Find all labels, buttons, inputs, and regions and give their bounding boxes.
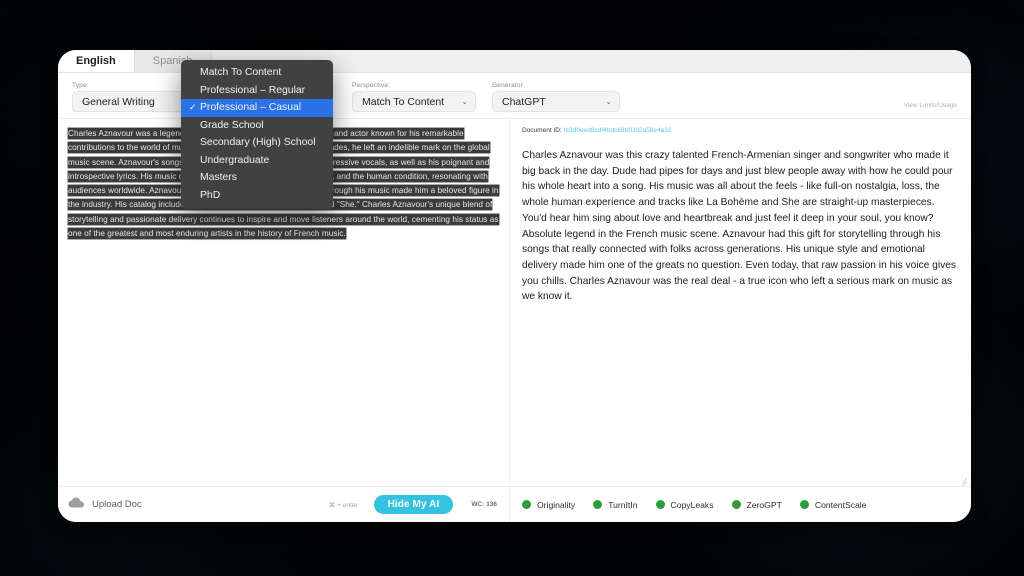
dropdown-item-secondary-high-school[interactable]: ✓ Secondary (High) School (181, 134, 333, 152)
dropdown-item-professional-casual[interactable]: ✓ Professional – Casual (181, 99, 333, 117)
status-dot-icon (731, 500, 741, 509)
desktop-background: English Spanish Type: General Writing ⌄ … (0, 0, 1024, 576)
generator-select[interactable]: ChatGPT ⌄ (492, 91, 620, 112)
bottom-bar-left: Upload Doc ⌘ + enter Hide My AI WC: 136 (58, 487, 510, 522)
perspective-select-value: Match To Content (362, 95, 445, 108)
status-dot-icon (655, 500, 665, 509)
detector-contentscale[interactable]: ContentScale (799, 499, 867, 510)
detector-label: TurnItIn (608, 499, 638, 510)
dropdown-item-label: Secondary (High) School (200, 137, 316, 149)
dropdown-item-label: Undergraduate (200, 154, 270, 166)
detector-label: CopyLeaks (670, 499, 714, 510)
hide-my-ai-button[interactable]: Hide My AI (373, 495, 454, 514)
dropdown-item-label: Professional – Regular (200, 84, 306, 96)
view-limits-usage-link[interactable]: View Limits/Usage (904, 102, 957, 109)
keyboard-shortcut-hint: ⌘ + enter (328, 501, 358, 509)
bottom-bar: Upload Doc ⌘ + enter Hide My AI WC: 136 … (58, 486, 971, 522)
upload-doc-label: Upload Doc (92, 499, 142, 510)
resize-handle[interactable] (958, 473, 967, 486)
detector-label: ZeroGPT (746, 499, 782, 510)
dropdown-item-match-to-content[interactable]: ✓ Match To Content (181, 64, 333, 82)
check-icon: ✓ (189, 102, 197, 113)
dropdown-item-masters[interactable]: ✓ Masters (181, 169, 333, 187)
dropdown-item-professional-regular[interactable]: ✓ Professional – Regular (181, 82, 333, 100)
type-select-value: General Writing (82, 95, 155, 108)
generator-field: Generator: ChatGPT ⌄ (492, 82, 620, 112)
detector-copyleaks[interactable]: CopyLeaks (655, 499, 714, 510)
dropdown-item-phd[interactable]: ✓ PhD (181, 187, 333, 205)
document-id-value[interactable]: fe3d0eed8cdf4bdc69bf1fd2a56e4a32 (564, 127, 672, 134)
dropdown-item-label: Match To Content (200, 67, 282, 79)
status-dot-icon (593, 500, 603, 509)
detector-originality[interactable]: Originality (522, 500, 575, 510)
document-id-label: Document ID: (522, 127, 562, 134)
dropdown-item-label: Professional – Casual (200, 102, 302, 114)
tab-english-label: English (76, 55, 116, 67)
output-pane: Document ID: fe3d0eed8cdf4bdc69bf1fd2a56e… (510, 119, 971, 486)
dropdown-item-grade-school[interactable]: ✓ Grade School (181, 117, 333, 135)
chevron-down-icon: ⌄ (461, 96, 468, 106)
cloud-upload-icon (68, 496, 85, 514)
dropdown-item-label: Masters (200, 172, 237, 184)
generator-select-value: ChatGPT (502, 95, 546, 108)
dropdown-item-label: Grade School (200, 119, 264, 131)
detector-turnitin[interactable]: TurnItIn (593, 499, 638, 510)
document-id-row: Document ID: fe3d0eed8cdf4bdc69bf1fd2a56e… (522, 127, 957, 134)
tab-english[interactable]: English (58, 50, 135, 72)
status-dot-icon (522, 500, 531, 509)
detector-label: ContentScale (814, 499, 867, 510)
dropdown-item-label: PhD (200, 189, 221, 201)
dropdown-item-undergraduate[interactable]: ✓ Undergraduate (181, 152, 333, 170)
status-dot-icon (799, 500, 809, 509)
detector-zerogpt[interactable]: ZeroGPT (731, 499, 782, 510)
perspective-select[interactable]: Match To Content ⌄ (352, 91, 476, 112)
detector-label: Originality (537, 499, 576, 510)
type-dropdown-menu[interactable]: ✓ Match To Content ✓ Professional – Regu… (181, 60, 333, 209)
perspective-label: Perspective: (352, 82, 391, 89)
output-textarea[interactable]: Charles Aznavour was this crazy talented… (522, 148, 957, 305)
detector-status-bar: Originality TurnItIn CopyLeaks ZeroGPT C… (510, 487, 971, 522)
chevron-down-icon: ⌄ (605, 96, 612, 106)
perspective-field: Perspective: Match To Content ⌄ (352, 82, 476, 112)
generator-label: Generator: (492, 82, 526, 89)
word-count: WC: 136 (471, 501, 497, 508)
upload-doc-button[interactable]: Upload Doc (68, 496, 142, 514)
